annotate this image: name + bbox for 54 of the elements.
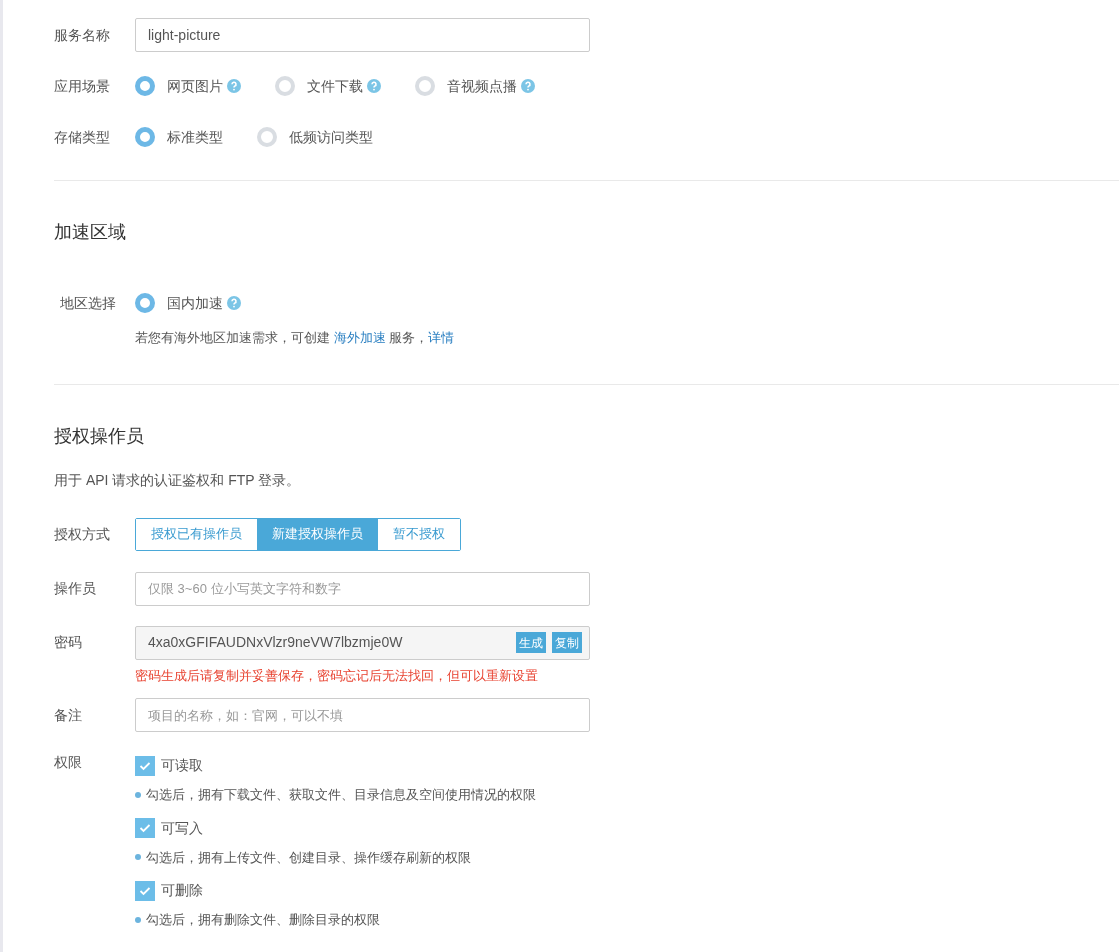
bullet-icon [135,916,141,923]
field-label: 操作员 [54,579,97,598]
field-label: 授权方式 [54,524,111,544]
password-field[interactable]: 4xa0xGFIFAUDNxVlzr9neVW7lbzmje0W 生成 复制 [135,625,590,660]
operator-input[interactable]: 仅限 3~60 位小写英文字符和数字 [135,571,590,606]
checkbox[interactable] [135,818,155,838]
checkbox[interactable] [135,755,155,776]
overseas-link[interactable]: 详情 [428,330,455,345]
bullet-icon [135,791,141,798]
radio-button[interactable] [135,76,155,96]
permission-hint: 勾选后，拥有上传文件、创建目录、操作缓存刷新的权限 [146,848,471,867]
field-label: 备注 [54,705,83,725]
radio-button[interactable] [275,76,295,96]
radio-button[interactable] [415,76,435,96]
password-action-button[interactable]: 生成 [516,632,546,653]
password-action-button[interactable]: 复制 [552,632,582,653]
field-label: 权限 [54,753,83,772]
help-icon[interactable] [367,79,381,93]
field-label: 密码 [54,633,83,652]
radio-label: 低频访问类型 [289,127,373,147]
field-label: 应用场景 [54,76,111,96]
remark-input[interactable]: 项目的名称，如：官网，可以不填 [135,698,590,732]
auth-mode-tab[interactable]: 新建授权操作员 [257,518,378,550]
help-icon[interactable] [227,79,241,93]
section-description: 用于 API 请求的认证鉴权和 FTP 登录。 [54,470,302,490]
checkbox-label: 可写入 [161,818,203,838]
radio-button[interactable] [257,127,277,147]
radio-label: 网页图片 [167,76,223,96]
checkbox[interactable] [135,880,155,901]
checkmark-icon [139,885,151,896]
radio-button[interactable] [135,293,155,313]
overseas-note: 若您有海外地区加速需求，可创建 海外加速 服务，详情 [135,329,456,347]
service-name-input[interactable]: light-picture [135,18,590,52]
radio-label: 文件下载 [307,76,363,96]
password-warning: 密码生成后请复制并妥善保存，密码忘记后无法找回，但可以重新设置 [134,666,539,685]
radio-label: 国内加速 [167,293,223,313]
checkmark-icon [139,823,151,833]
radio-label: 标准类型 [167,127,223,147]
checkbox-label: 可删除 [161,881,203,900]
overseas-link[interactable]: 海外加速 [333,330,386,345]
section-title: 加速区域 [54,221,127,244]
section-title: 授权操作员 [54,424,145,448]
radio-label: 音视频点播 [447,76,517,96]
bullet-icon [135,854,141,861]
field-label: 服务名称 [54,25,111,45]
permission-hint: 勾选后，拥有删除文件、删除目录的权限 [146,911,380,929]
field-label: 存储类型 [54,127,111,147]
help-icon[interactable] [227,296,241,310]
help-icon[interactable] [521,79,535,93]
permission-hint: 勾选后，拥有下载文件、获取文件、目录信息及空间使用情况的权限 [146,786,536,804]
radio-button[interactable] [135,127,155,147]
checkmark-icon [139,760,151,771]
field-label: 地区选择 [59,293,117,313]
checkbox-label: 可读取 [161,756,203,775]
